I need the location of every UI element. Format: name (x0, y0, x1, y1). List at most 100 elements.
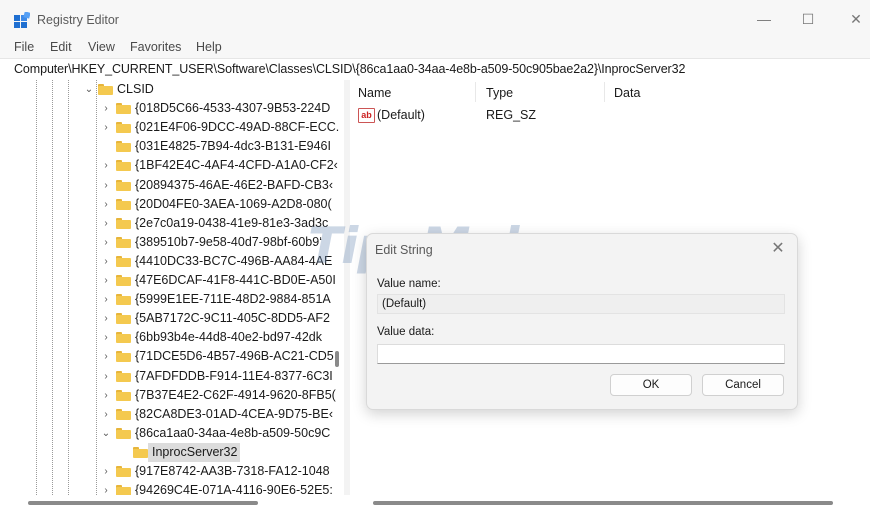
tree-item[interactable]: › {2e7c0a19-0438-41e9-81e3-3ad3c (0, 214, 344, 233)
expand-chevron-icon[interactable]: › (101, 290, 111, 309)
tree-item-label: {031E4825-7B94-4dc3-B131-E946I (135, 139, 331, 154)
tree-item[interactable]: › {94269C4E-071A-4116-90E6-52E5: (0, 481, 344, 495)
tree-item-label: {7AFDFDDB-F914-11E4-8377-6C3I (135, 368, 333, 383)
tree-item[interactable]: › {6bb93b4e-44d8-40e2-bd97-42dk (0, 328, 344, 347)
column-header-data[interactable]: Data (614, 86, 640, 100)
menu-help[interactable]: Help (196, 40, 222, 54)
tree-item[interactable]: › {20D04FE0-3AEA-1069-A2D8-080( (0, 195, 344, 214)
expand-chevron-icon[interactable]: › (101, 195, 111, 214)
tree-item[interactable]: › {5AB7172C-9C11-405C-8DD5-AF2 (0, 309, 344, 328)
cancel-button[interactable]: Cancel (702, 374, 784, 396)
menu-file[interactable]: File (14, 40, 34, 54)
title-bar: Registry Editor — ☐ ✕ (0, 0, 870, 38)
tree-item-label: {47E6DCAF-41F8-441C-BD0E-A50I (135, 273, 336, 287)
folder-icon (116, 351, 131, 363)
folder-icon (116, 275, 131, 286)
tree-item[interactable]: › {71DCE5D6-4B57-496B-AC21-CD5 (0, 347, 344, 366)
tree-item[interactable]: ⌄ {86ca1aa0-34aa-4e8b-a509-50c9C (0, 424, 344, 443)
tree-horizontal-scrollbar[interactable] (28, 501, 258, 505)
tree-item[interactable]: › {389510b7-9e58-40d7-98bf-60b9‘ (0, 233, 344, 252)
expand-chevron-icon[interactable]: › (101, 405, 111, 424)
menu-edit[interactable]: Edit (50, 40, 72, 54)
tree-item-label: {4410DC33-BC7C-496B-AA84-4AE (135, 253, 333, 268)
expand-chevron-icon[interactable]: › (101, 309, 111, 328)
tree-item[interactable]: › {47E6DCAF-41F8-441C-BD0E-A50I (0, 271, 344, 290)
tree-item[interactable]: › {4410DC33-BC7C-496B-AA84-4AE (0, 252, 344, 271)
expand-chevron-icon[interactable]: › (101, 233, 111, 252)
value-name-field[interactable] (377, 294, 785, 314)
column-separator[interactable] (475, 82, 476, 102)
close-window-button[interactable]: ✕ (836, 8, 870, 30)
tree-item[interactable]: › {1BF42E4C-4AF4-4CFD-A1A0-CF2‹ (0, 156, 344, 175)
expand-chevron-icon[interactable]: › (101, 99, 111, 118)
expand-chevron-icon[interactable]: ⌄ (84, 80, 94, 99)
column-header-type[interactable]: Type (486, 86, 513, 100)
expand-chevron-icon[interactable]: › (101, 176, 111, 195)
value-data-label: Value data: (377, 326, 435, 338)
dialog-title: Edit String (375, 243, 433, 257)
tree-item-label: {20D04FE0-3AEA-1069-A2D8-080( (135, 196, 332, 211)
expand-chevron-icon[interactable]: › (101, 271, 111, 290)
expand-chevron-icon[interactable]: › (101, 328, 111, 347)
column-separator[interactable] (604, 82, 605, 102)
maximize-button[interactable]: ☐ (788, 8, 828, 30)
expand-chevron-icon[interactable]: › (101, 481, 111, 495)
expand-chevron-icon[interactable]: › (101, 347, 111, 366)
values-horizontal-scrollbar[interactable] (373, 501, 833, 505)
expand-chevron-icon[interactable]: › (101, 386, 111, 405)
minimize-button[interactable]: — (744, 8, 784, 30)
ok-button[interactable]: OK (610, 374, 692, 396)
folder-icon (116, 408, 131, 420)
tree-item[interactable]: › {5999E1EE-711E-48D2-9884-851A (0, 290, 344, 309)
menu-bar: File Edit View Favorites Help (0, 38, 870, 58)
window-title: Registry Editor (37, 13, 119, 27)
registry-tree[interactable]: ⌄ CLSID › {018D5C66-4533-4307-9B53-224D › {02… (0, 80, 344, 495)
tree-item[interactable]: › {917E8742-AA3B-7318-FA12-1048 (0, 462, 344, 481)
tree-item-label: CLSID (117, 82, 154, 96)
folder-icon (116, 236, 131, 248)
tree-item[interactable]: › {7B37E4E2-C62F-4914-9620-8FB5( (0, 386, 344, 405)
value-type-cell: REG_SZ (486, 108, 537, 122)
value-name-cell[interactable]: (Default) (377, 108, 425, 122)
address-path[interactable]: Computer\HKEY_CURRENT_USER\Software\Clas… (14, 62, 685, 76)
tree-item[interactable]: › {7AFDFDDB-F914-11E4-8377-6C3I (0, 367, 344, 386)
folder-icon (116, 103, 131, 115)
value-data-field[interactable] (377, 344, 785, 364)
tree-item-label: {7B37E4E2-C62F-4914-9620-8FB5( (135, 387, 336, 402)
tree-item-label: {94269C4E-071A-4116-90E6-52E5: (135, 483, 333, 495)
folder-icon (116, 179, 131, 191)
tree-item[interactable]: › {018D5C66-4533-4307-9B53-224D (0, 99, 344, 118)
tree-item-label: InprocServer32 (152, 444, 238, 459)
expand-chevron-icon[interactable]: › (101, 118, 111, 137)
address-bar[interactable]: Computer\HKEY_CURRENT_USER\Software\Clas… (0, 58, 870, 81)
expand-chevron-icon[interactable]: ⌄ (101, 424, 111, 443)
tree-item-inprocserver32[interactable]: InprocServer32 (0, 442, 344, 462)
expand-chevron-icon[interactable]: › (101, 156, 111, 175)
tree-item-label: {1BF42E4C-4AF4-4CFD-A1A0-CF2‹ (135, 158, 338, 173)
menu-view[interactable]: View (88, 40, 115, 54)
tree-item[interactable]: {031E4825-7B94-4dc3-B131-E946I (0, 137, 344, 156)
folder-icon (116, 294, 131, 306)
tree-item-label: {20894375-46AE-46E2-BAFD-CB3‹ (135, 177, 334, 192)
tree-item[interactable]: › {20894375-46AE-46E2-BAFD-CB3‹ (0, 176, 344, 195)
edit-string-dialog: Edit String ✕ Value name: Value data: OK… (366, 233, 798, 410)
folder-icon (133, 446, 148, 458)
tree-item-clsid[interactable]: ⌄ CLSID (0, 80, 344, 99)
expand-chevron-icon[interactable]: › (101, 252, 111, 271)
menu-favorites[interactable]: Favorites (130, 40, 181, 54)
value-name-label: Value name: (377, 278, 441, 290)
expand-chevron-icon[interactable]: › (101, 367, 111, 386)
tree-item[interactable]: › {82CA8DE3-01AD-4CEA-9D75-BE‹ (0, 405, 344, 424)
folder-icon (116, 160, 131, 172)
tree-item-label: {389510b7-9e58-40d7-98bf-60b9‘ (135, 234, 322, 249)
column-header-name[interactable]: Name (358, 86, 391, 100)
folder-icon (116, 141, 131, 153)
string-value-icon: ab (358, 108, 375, 123)
tree-item[interactable]: › {021E4F06-9DCC-49AD-88CF-ECC. (0, 118, 344, 137)
expand-chevron-icon[interactable]: › (101, 462, 111, 481)
dialog-close-icon[interactable]: ✕ (767, 238, 789, 260)
tree-item-label: {71DCE5D6-4B57-496B-AC21-CD5 (135, 349, 334, 364)
expand-chevron-icon[interactable]: › (101, 214, 111, 233)
tree-item-label: {018D5C66-4533-4307-9B53-224D (135, 101, 331, 116)
tree-vertical-scrollbar[interactable] (335, 351, 339, 367)
